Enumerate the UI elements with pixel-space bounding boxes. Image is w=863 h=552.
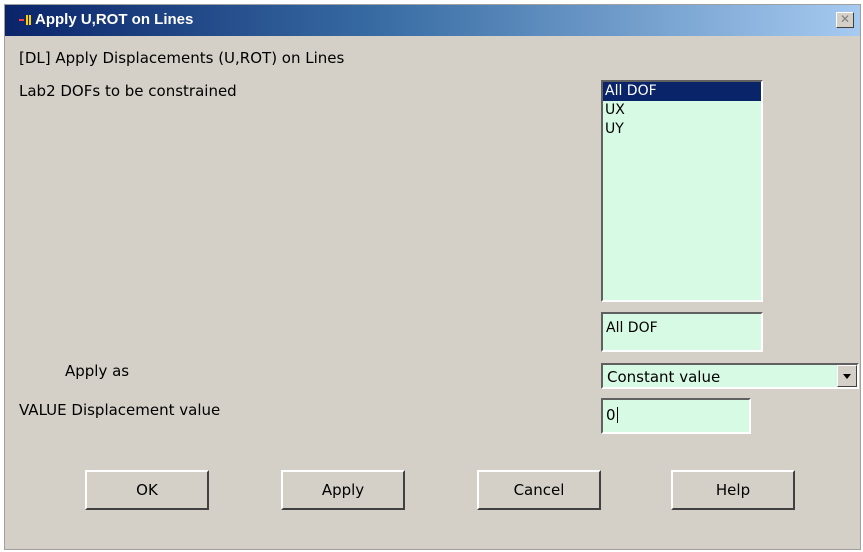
- displacement-value-input[interactable]: 0: [601, 398, 751, 434]
- text-caret: [616, 407, 618, 423]
- command-description: [DL] Apply Displacements (U,ROT) on Line…: [19, 49, 345, 67]
- dof-listbox[interactable]: All DOF UX UY: [601, 80, 763, 302]
- dialog-window: Apply U,ROT on Lines ✕ [DL] Apply Displa…: [4, 4, 861, 550]
- list-item-uy[interactable]: UY: [603, 120, 761, 139]
- displacement-value-text: 0: [606, 406, 616, 424]
- apply-as-label: Apply as: [65, 362, 130, 380]
- help-button[interactable]: Help: [671, 470, 795, 510]
- apply-as-select[interactable]: Constant value: [601, 363, 859, 389]
- cancel-button[interactable]: Cancel: [477, 470, 601, 510]
- value-label: VALUE Displacement value: [19, 401, 221, 419]
- close-button[interactable]: ✕: [836, 12, 854, 28]
- list-item-ux[interactable]: UX: [603, 101, 761, 120]
- dof-selection-field[interactable]: All DOF: [601, 312, 763, 352]
- close-icon: ✕: [839, 12, 851, 26]
- list-item-all-dof[interactable]: All DOF: [603, 82, 761, 101]
- ok-button[interactable]: OK: [85, 470, 209, 510]
- apply-as-value: Constant value: [607, 368, 721, 386]
- chevron-down-icon[interactable]: [837, 365, 857, 387]
- lab2-label: Lab2 DOFs to be constrained: [19, 82, 237, 100]
- apply-button[interactable]: Apply: [281, 470, 405, 510]
- ansys-logo-icon: [19, 15, 31, 25]
- title-bar[interactable]: Apply U,ROT on Lines ✕: [5, 5, 860, 36]
- window-title: Apply U,ROT on Lines: [35, 11, 194, 28]
